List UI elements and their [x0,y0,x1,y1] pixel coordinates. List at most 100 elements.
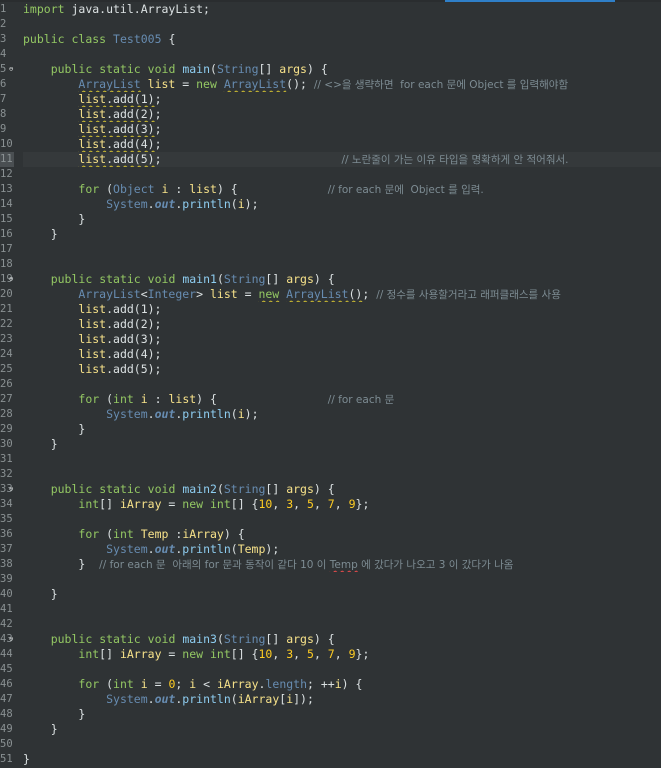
code-line[interactable]: } // for each 문 아래의 for 문과 동작이 같다 10 이 T… [23,557,661,572]
code-line[interactable]: System.out.println(i); [23,197,661,212]
line-number[interactable]: 50 [0,737,14,752]
line-number[interactable]: 34 [0,497,14,512]
code-line[interactable] [23,512,661,527]
code-line[interactable] [23,242,661,257]
line-number[interactable]: 45 [0,662,14,677]
line-number[interactable]: 41 [0,602,14,617]
line-number[interactable]: 38 [0,557,14,572]
line-number[interactable]: 14 [0,197,14,212]
code-line[interactable]: System.out.println(Temp); [23,542,661,557]
line-number[interactable]: 16 [0,227,14,242]
code-line[interactable]: list.add(5); // 노란줄이 가는 이유 타입을 명확하게 안 적어… [23,152,661,167]
code-line[interactable]: ArrayList<Integer> list = new ArrayList(… [23,287,661,302]
code-line[interactable]: for (Object i : list) { // for each 문에 O… [23,182,661,197]
line-number-gutter[interactable]: 1 2 3 4 5 ⊖ 6 7 8 9 10 11 12 13 14 15 16 17 18 19 ⊖ 20 21 22 23 2… [0,2,14,768]
line-number[interactable]: 48 [0,707,14,722]
line-number[interactable]: 42 [0,617,14,632]
code-line[interactable]: list.add(3); [23,332,661,347]
line-number[interactable]: 36 [0,527,14,542]
line-number[interactable]: 32 [0,467,14,482]
line-number[interactable]: 1 [0,2,14,17]
code-line[interactable] [23,572,661,587]
code-line[interactable]: list.add(5); [23,362,661,377]
line-number[interactable]: 51 [0,752,14,767]
code-line[interactable] [23,602,661,617]
line-number[interactable]: 49 [0,722,14,737]
code-line[interactable]: list.add(3); [23,122,661,137]
line-number[interactable]: 21 [0,302,14,317]
line-number[interactable]: 18 [0,257,14,272]
code-line[interactable] [23,257,661,272]
code-line[interactable]: list.add(1); [23,302,661,317]
code-line[interactable]: int[] iArray = new int[] {10, 3, 5, 7, 9… [23,647,661,662]
code-line[interactable]: System.out.println(i); [23,407,661,422]
line-number[interactable]: 10 [0,137,14,152]
code-line[interactable]: } [23,707,661,722]
line-number[interactable]: 39 [0,572,14,587]
code-editor[interactable]: 1 2 3 4 5 ⊖ 6 7 8 9 10 11 12 13 14 15 16 17 18 19 ⊖ 20 21 22 23 2… [0,0,661,768]
code-line[interactable]: } [23,212,661,227]
fold-collapse-icon[interactable]: ⊖ [9,62,14,77]
code-line[interactable]: } [23,752,661,767]
line-number[interactable]: 26 [0,377,14,392]
code-line[interactable]: import java.util.ArrayList; [23,2,661,17]
line-number[interactable]: 11 [0,152,14,167]
line-number[interactable]: 4 [0,47,14,62]
code-line[interactable] [23,167,661,182]
code-line[interactable]: } [23,587,661,602]
line-number[interactable]: 25 [0,362,14,377]
line-number[interactable]: 20 [0,287,14,302]
line-number[interactable]: 40 [0,587,14,602]
code-line[interactable] [23,47,661,62]
code-line[interactable] [23,617,661,632]
line-number[interactable]: 3 [0,32,14,47]
code-line[interactable]: ArrayList list = new ArrayList(); // <>을… [23,77,661,92]
code-line[interactable]: list.add(1); [23,92,661,107]
code-line[interactable]: list.add(2); [23,317,661,332]
code-line[interactable] [23,452,661,467]
code-line[interactable]: public static void main3(String[] args) … [23,632,661,647]
line-number[interactable]: 27 [0,392,14,407]
fold-collapse-icon[interactable]: ⊖ [9,632,14,647]
line-number[interactable]: 6 [0,77,14,92]
code-line[interactable]: System.out.println(iArray[i]); [23,692,661,707]
line-number[interactable]: 7 [0,92,14,107]
code-line[interactable]: } [23,722,661,737]
line-number[interactable]: 15 [0,212,14,227]
fold-collapse-icon[interactable]: ⊖ [9,482,14,497]
line-number[interactable]: 44 [0,647,14,662]
line-number[interactable]: 2 [0,17,14,32]
code-line[interactable] [23,737,661,752]
line-number[interactable]: 13 [0,182,14,197]
code-line[interactable]: } [23,437,661,452]
line-number[interactable]: 37 [0,542,14,557]
fold-collapse-icon[interactable]: ⊖ [9,272,14,287]
line-number[interactable]: 17 [0,242,14,257]
code-text-area[interactable]: import java.util.ArrayList; public class … [23,2,661,768]
line-number[interactable]: 23 [0,332,14,347]
code-line[interactable]: } [23,227,661,242]
code-line[interactable] [23,377,661,392]
line-number[interactable]: 30 [0,437,14,452]
line-number[interactable]: 24 [0,347,14,362]
line-number[interactable]: 47 [0,692,14,707]
line-number[interactable]: 12 [0,167,14,182]
code-line[interactable]: public static void main1(String[] args) … [23,272,661,287]
code-line[interactable]: for (int Temp :iArray) { [23,527,661,542]
code-line[interactable]: list.add(4); [23,347,661,362]
line-number[interactable]: 8 [0,107,14,122]
code-line[interactable]: list.add(4); [23,137,661,152]
code-line[interactable]: public static void main(String[] args) { [23,62,661,77]
code-line[interactable]: public static void main2(String[] args) … [23,482,661,497]
code-line[interactable]: } [23,422,661,437]
line-number[interactable]: 9 [0,122,14,137]
line-number[interactable]: 29 [0,422,14,437]
code-line[interactable]: int[] iArray = new int[] {10, 3, 5, 7, 9… [23,497,661,512]
code-line[interactable]: for (int i = 0; i < iArray.length; ++i) … [23,677,661,692]
code-line[interactable]: public class Test005 { [23,32,661,47]
line-number[interactable]: 31 [0,452,14,467]
line-number[interactable]: 46 [0,677,14,692]
line-number[interactable]: 35 [0,512,14,527]
code-line[interactable] [23,17,661,32]
line-number[interactable]: 22 [0,317,14,332]
